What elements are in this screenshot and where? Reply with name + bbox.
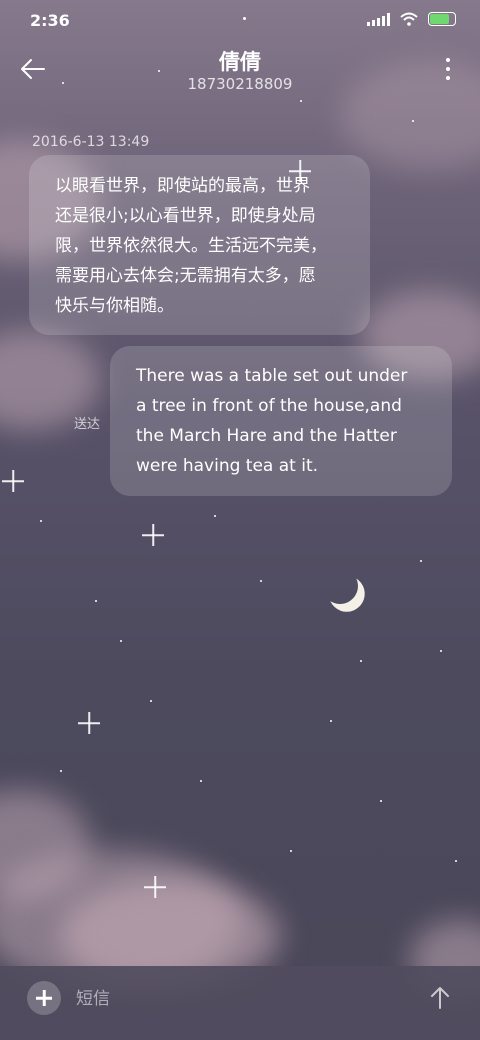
star-decoration — [200, 780, 202, 782]
star-decoration — [380, 800, 382, 802]
star-decoration — [150, 700, 152, 702]
delivery-status: 送达 — [74, 417, 101, 432]
sent-message-bubble[interactable]: There was a table set out under a tree i… — [110, 346, 452, 496]
star-decoration — [290, 850, 292, 852]
sms-conversation-screen: 2:36 倩倩 18730218809 2016-6-13 13:49 以眼看世… — [0, 0, 480, 1040]
star-decoration — [260, 580, 262, 582]
battery-icon — [428, 12, 456, 26]
message-timestamp: 2016-6-13 13:49 — [32, 134, 150, 150]
star-decoration — [420, 560, 422, 562]
star-decoration — [60, 770, 62, 772]
battery-level-fill — [430, 14, 449, 24]
star-decoration — [95, 600, 97, 602]
star-decoration — [40, 520, 42, 522]
message-line: There was a table set out under — [136, 366, 408, 386]
star-decoration — [412, 120, 414, 122]
wifi-icon — [400, 12, 418, 26]
star-decoration — [120, 640, 122, 642]
status-icons — [367, 12, 456, 26]
more-menu-button[interactable] — [444, 58, 452, 80]
sparkle-decoration — [2, 470, 24, 492]
contact-number: 18730218809 — [187, 75, 293, 93]
moon-decoration — [317, 563, 363, 609]
conversation-header: 倩倩 18730218809 — [0, 44, 480, 98]
arrow-up-icon — [431, 987, 449, 1009]
message-line: the March Hare and the Hatter — [136, 426, 397, 446]
star-decoration — [455, 860, 457, 862]
contact-name: 倩倩 — [219, 50, 261, 74]
status-bar: 2:36 — [0, 0, 480, 40]
sparkle-decoration — [144, 876, 166, 898]
message-line: 需要用心去体会;无需拥有太多，愿 — [55, 266, 316, 286]
sparkle-decoration — [142, 524, 164, 546]
received-message-bubble[interactable]: 以眼看世界，即使站的最高，世界 还是很小;以心看世界，即使身处局 限，世界依然很… — [29, 155, 370, 335]
add-attachment-button[interactable] — [27, 981, 61, 1015]
message-line: 快乐与你相随。 — [55, 296, 174, 316]
signal-icon — [367, 12, 390, 26]
status-time: 2:36 — [30, 11, 70, 30]
compose-bar — [0, 966, 480, 1040]
message-line: 限，世界依然很大。生活远不完美， — [55, 236, 327, 256]
star-decoration — [214, 515, 216, 517]
message-line: were having tea at it. — [136, 456, 319, 476]
message-input[interactable] — [76, 984, 396, 1014]
sparkle-decoration — [78, 712, 100, 734]
message-line: 还是很小;以心看世界，即使身处局 — [55, 206, 316, 226]
star-decoration — [440, 650, 442, 652]
send-button[interactable] — [426, 984, 454, 1012]
star-decoration — [360, 660, 362, 662]
star-decoration — [330, 720, 332, 722]
star-decoration — [300, 100, 302, 102]
message-line: 以眼看世界，即使站的最高，世界 — [55, 176, 310, 196]
message-line: a tree in front of the house,and — [136, 396, 402, 416]
more-vertical-icon — [446, 58, 450, 62]
